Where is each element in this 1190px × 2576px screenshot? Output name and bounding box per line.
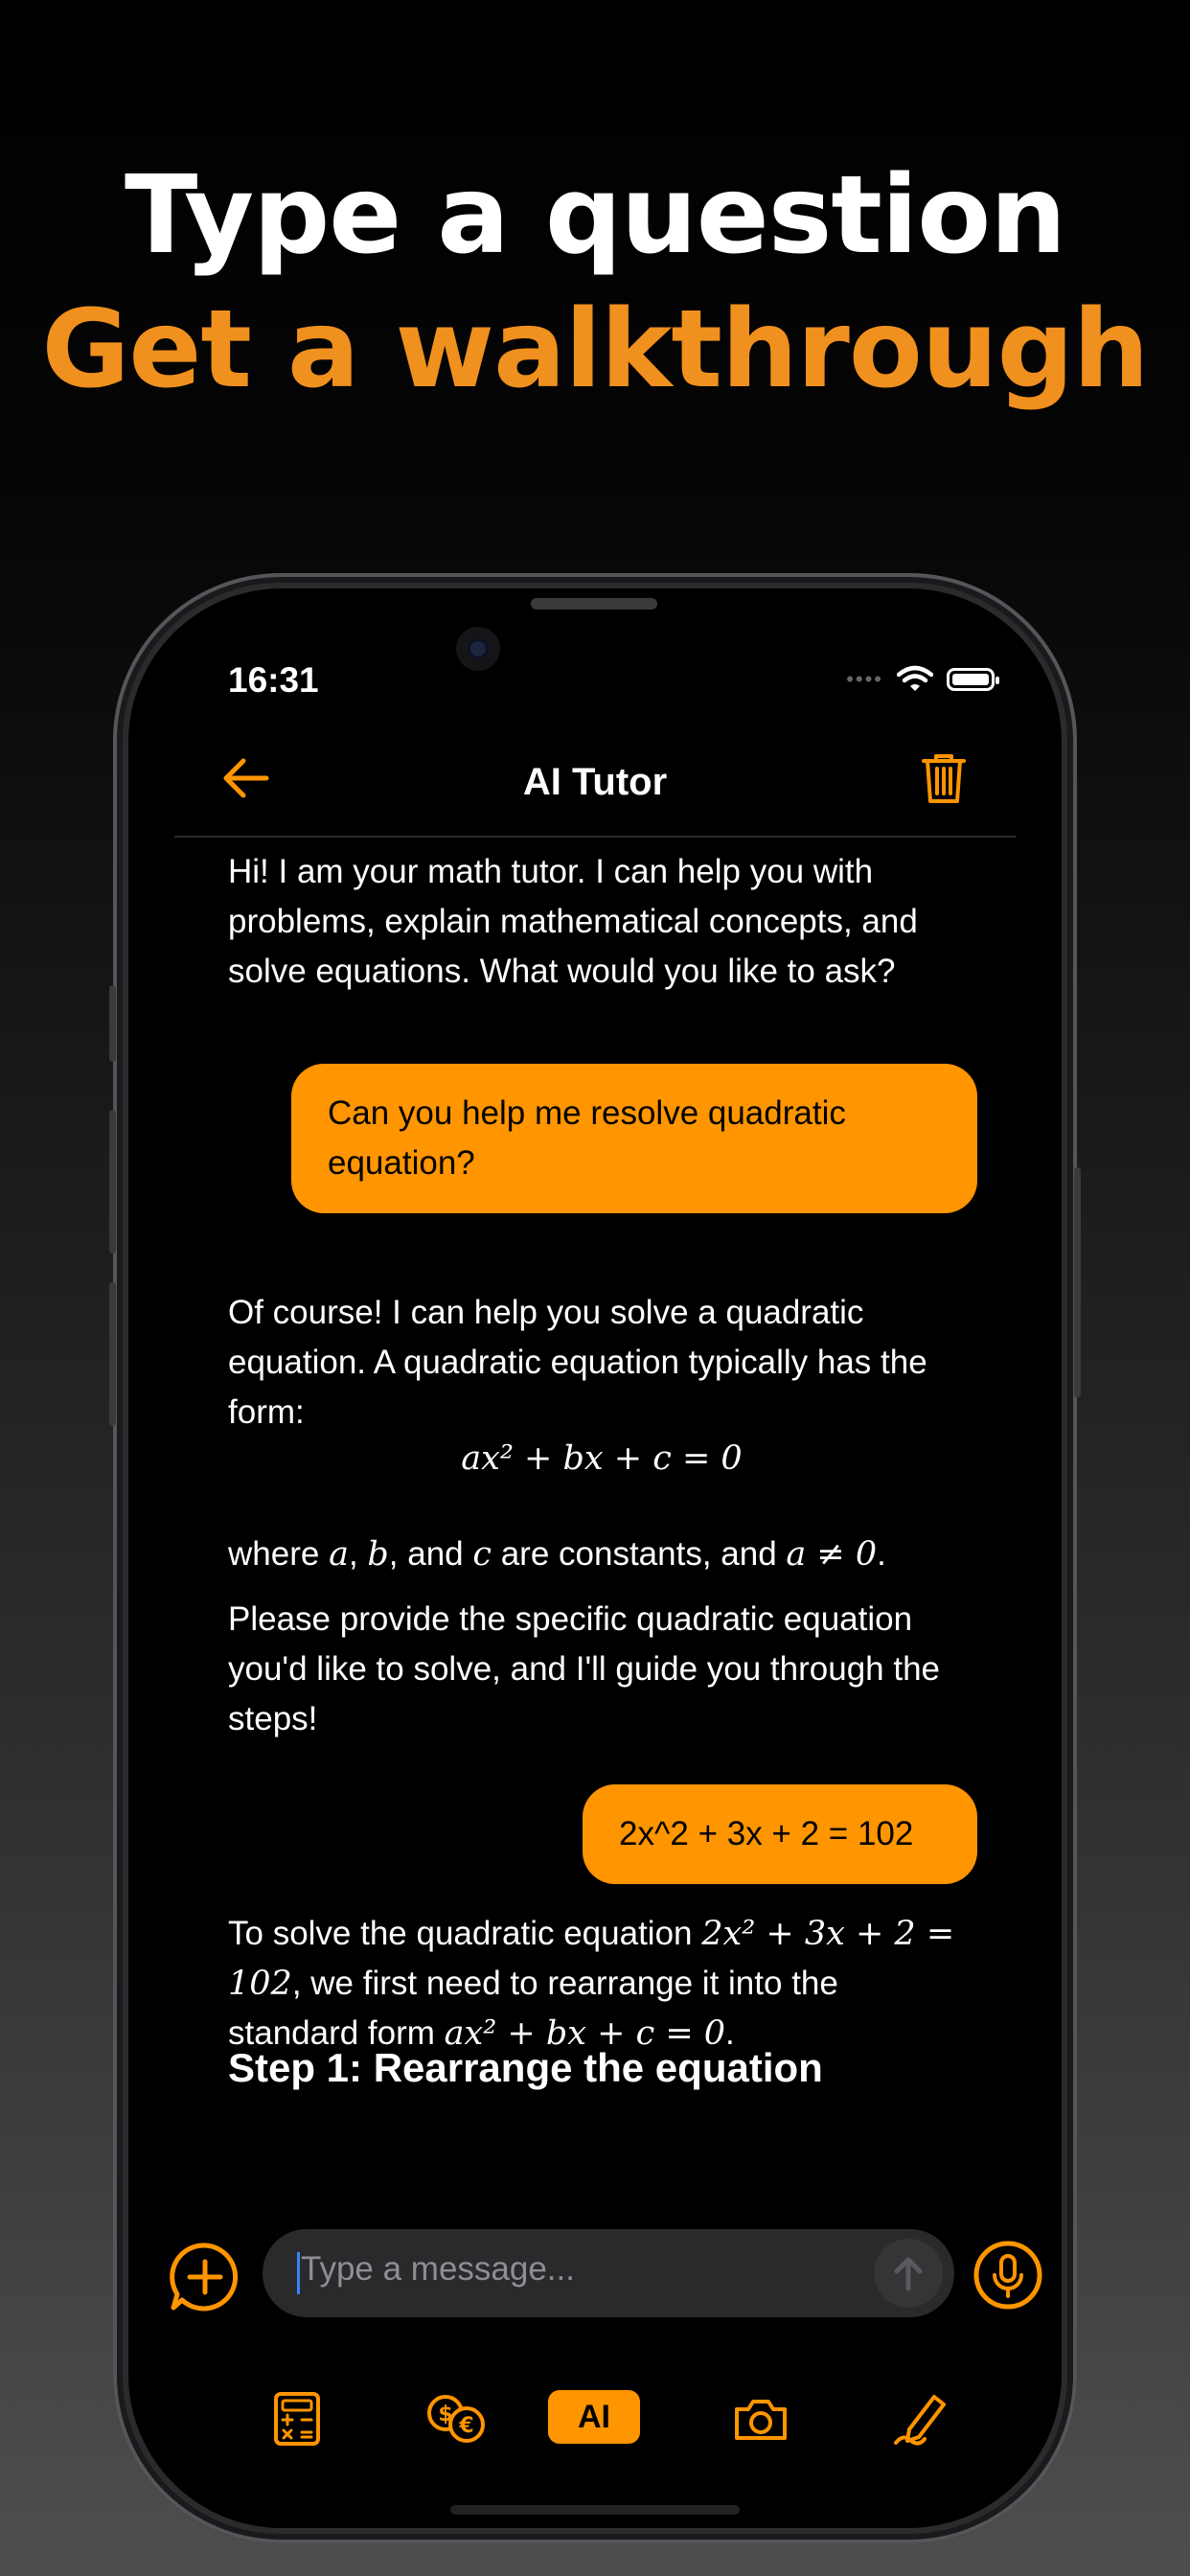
tab-currency[interactable]: $ € [418,2380,494,2457]
phone-frame: 16:31 •••• AI Tutor Hi! I am your math t… [109,573,1081,2543]
nav-divider [174,836,1016,838]
bot-message-request: Please provide the specific quadratic eq… [228,1600,941,1737]
svg-text:€: € [458,2414,473,2438]
camera-icon [735,2400,787,2440]
bot-message-where: where a, b, and c are constants, and a ≠… [228,1535,886,1574]
front-camera [456,627,500,671]
volume-down-button [109,1282,116,1426]
headline-line-1: Type a question [125,153,1066,278]
nav-bar: AI Tutor [128,732,1062,838]
tab-ai[interactable]: AI [548,2390,640,2444]
mute-switch [109,985,116,1062]
text-caret [297,2252,300,2294]
svg-text:$: $ [438,2403,452,2426]
tab-calculator[interactable] [259,2380,335,2457]
user-message-bubble: Can you help me resolve quadratic equati… [291,1064,977,1213]
bot-message-solve: To solve the quadratic equation 2x² + 3x… [228,1915,955,2053]
currency-exchange-icon: $ € [427,2395,485,2443]
phone-screen: 16:31 •••• AI Tutor Hi! I am your math t… [128,588,1062,2528]
status-icons: •••• [846,665,999,694]
trash-icon[interactable] [920,751,968,805]
plus-bubble-icon[interactable] [169,2241,241,2313]
status-time: 16:31 [228,660,319,700]
arrow-up-icon [894,2257,923,2291]
power-button [1074,1167,1081,1397]
microphone-icon[interactable] [972,2239,1044,2312]
bot-message-intro: Of course! I can help you solve a quadra… [228,1294,927,1431]
step-heading: Step 1: Rearrange the equation [228,2045,823,2090]
tab-draw[interactable] [881,2380,958,2457]
calculator-icon [274,2392,320,2446]
user-message-bubble: 2x^2 + 3x + 2 = 102 [583,1784,977,1884]
composer: Type a message... [128,2229,1062,2325]
bot-message-greeting: Hi! I am your math tutor. I can help you… [228,853,918,990]
tab-bar: $ € AI [128,2380,1062,2467]
bot-message-formula: ax² + bx + c = 0 [461,1439,743,1478]
pen-sketch-icon [894,2395,946,2446]
message-input-placeholder: Type a message... [301,2250,575,2288]
volume-up-button [109,1110,116,1254]
wifi-icon [897,665,933,691]
cellular-dots-icon: •••• [846,667,883,691]
message-input[interactable]: Type a message... [263,2229,954,2317]
tab-camera[interactable] [722,2380,799,2457]
home-indicator [450,2505,740,2515]
headline-line-2: Get a walkthrough [41,288,1149,412]
send-button[interactable] [874,2239,943,2308]
battery-icon [947,668,999,691]
earpiece-speaker [531,598,657,610]
